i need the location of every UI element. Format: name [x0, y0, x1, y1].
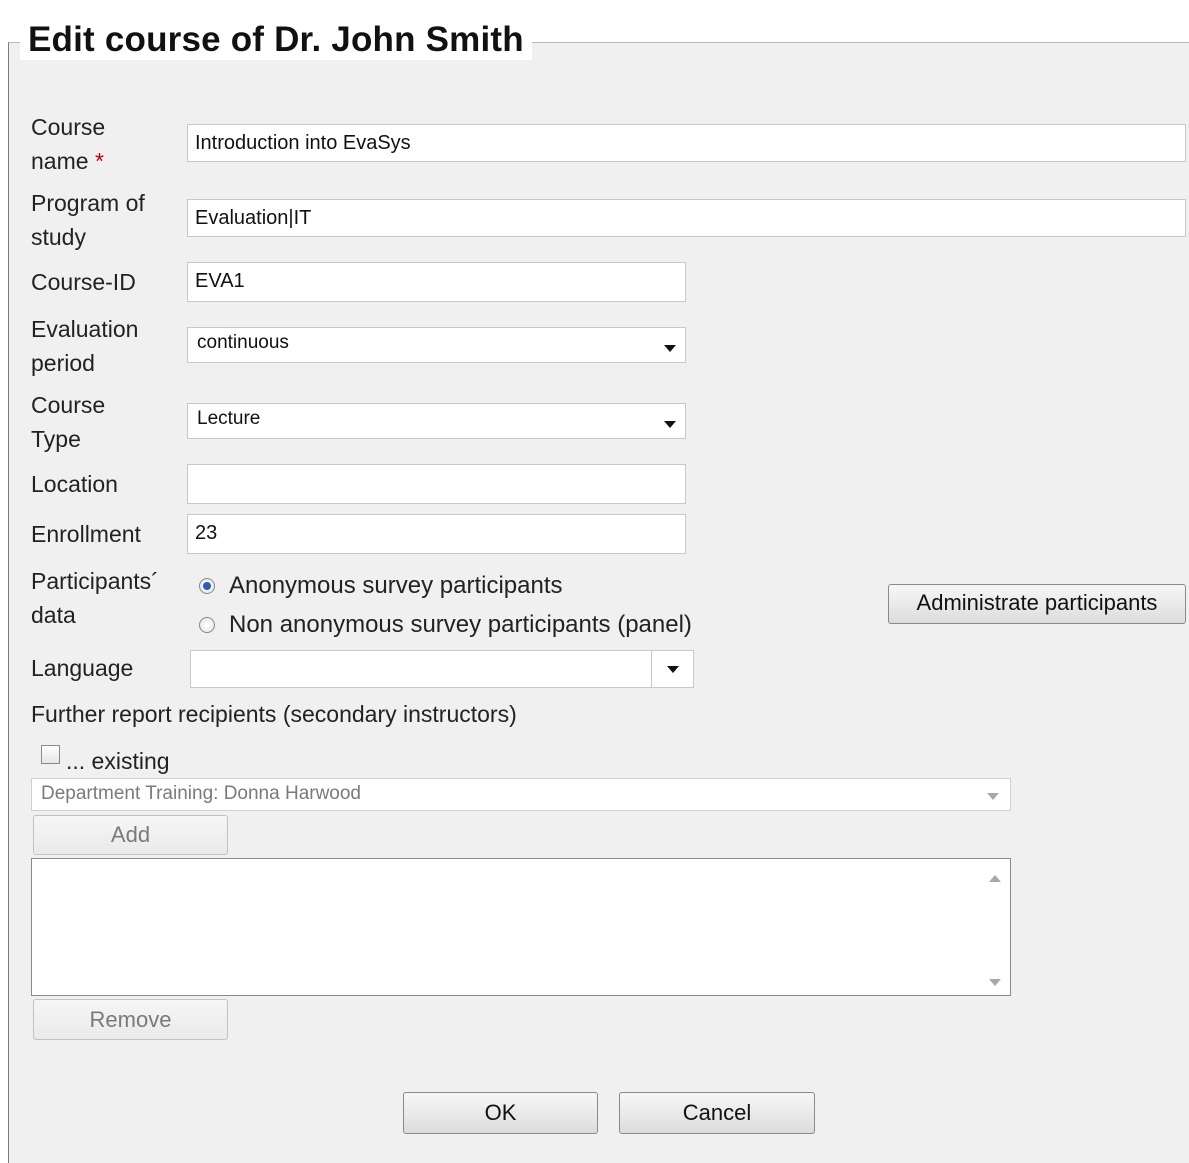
course-name-input[interactable]: Introduction into EvaSys	[187, 124, 1186, 162]
anonymous-radio-label[interactable]: Anonymous survey participants	[229, 571, 563, 601]
chevron-down-icon	[664, 421, 676, 428]
cancel-button[interactable]: Cancel	[619, 1092, 815, 1134]
chevron-down-icon	[667, 666, 679, 673]
course-id-label: Course-ID	[31, 269, 136, 295]
language-select-divider	[651, 651, 652, 687]
course-type-label: Course Type	[31, 392, 106, 452]
recipients-heading: Further report recipients (secondary ins…	[31, 701, 517, 727]
administrate-participants-button[interactable]: Administrate participants	[888, 584, 1186, 624]
chevron-down-icon	[987, 793, 999, 800]
location-input[interactable]	[187, 464, 686, 504]
ok-button[interactable]: OK	[403, 1092, 598, 1134]
program-input[interactable]: Evaluation|IT	[187, 199, 1186, 237]
enrollment-label: Enrollment	[31, 521, 141, 547]
recipients-listbox[interactable]	[31, 858, 1011, 996]
evaluation-period-value: continuous	[197, 332, 289, 353]
listbox-scrollbar[interactable]	[980, 859, 1010, 995]
remove-recipient-button[interactable]: Remove	[33, 999, 228, 1040]
location-label: Location	[31, 471, 118, 497]
existing-recipient-select[interactable]: Department Training: Donna Harwood	[31, 778, 1011, 811]
chevron-down-icon	[664, 345, 676, 352]
course-id-input[interactable]: EVA1	[187, 262, 686, 302]
participants-label: Participants´ data	[31, 568, 159, 628]
anonymous-radio[interactable]	[199, 578, 215, 594]
panel-radio[interactable]	[199, 617, 215, 633]
form-title: Edit course of Dr. John Smith	[20, 20, 532, 60]
evaluation-period-select[interactable]: continuous	[187, 327, 686, 363]
required-marker: *	[94, 148, 104, 174]
scroll-up-icon[interactable]	[989, 875, 1001, 882]
scroll-down-icon[interactable]	[989, 979, 1001, 986]
enrollment-input[interactable]: 23	[187, 514, 686, 554]
existing-label[interactable]: ... existing	[66, 744, 170, 778]
existing-recipient-value: Department Training: Donna Harwood	[41, 783, 362, 804]
course-type-select[interactable]: Lecture	[187, 403, 686, 439]
add-recipient-button[interactable]: Add	[33, 815, 228, 855]
panel-radio-label[interactable]: Non anonymous survey participants (panel…	[229, 610, 692, 640]
language-label: Language	[31, 655, 134, 681]
language-select[interactable]	[190, 650, 694, 688]
evaluation-period-label: Evaluation period	[31, 316, 139, 376]
existing-checkbox[interactable]	[41, 745, 60, 764]
program-label: Program of study	[31, 190, 145, 250]
course-name-label: Course name *	[31, 110, 161, 178]
course-type-value: Lecture	[197, 408, 261, 429]
